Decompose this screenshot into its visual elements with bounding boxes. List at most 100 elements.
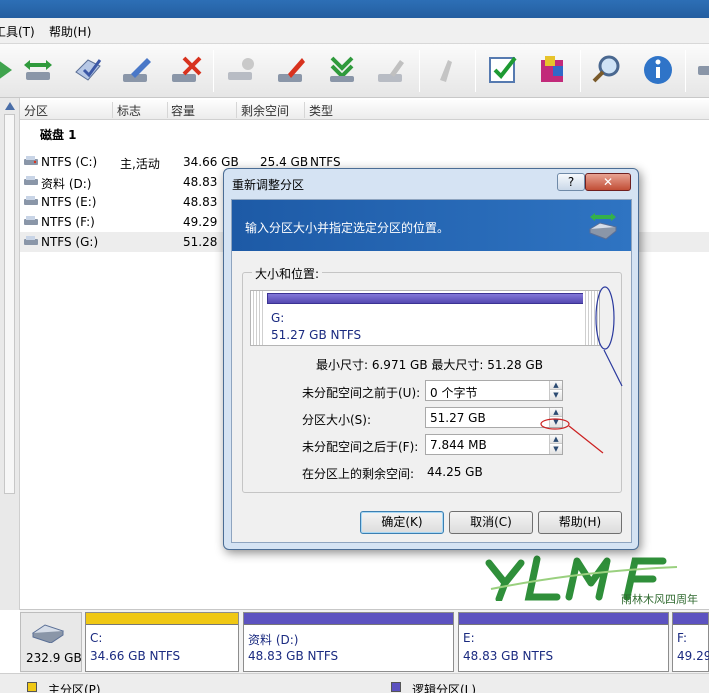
- spin-down-icon[interactable]: ▼: [550, 391, 562, 400]
- partition-capacity: 48.83: [183, 175, 218, 189]
- size-input[interactable]: 51.27 GB ▲ ▼: [425, 407, 563, 428]
- partition-bar-handle[interactable]: [267, 293, 597, 304]
- unallocated-before-area: [251, 291, 263, 345]
- watermark-caption: 雨林木风四周年: [621, 593, 698, 606]
- partition-flag: 主,活动: [120, 157, 160, 171]
- dialog-help-button[interactable]: ?: [557, 173, 585, 191]
- format-icon[interactable]: [224, 52, 260, 88]
- remaining-value: 44.25 GB: [427, 465, 483, 479]
- partition-block-size: 48.83 GB NTFS: [248, 649, 339, 663]
- check-disk-icon[interactable]: [70, 52, 106, 88]
- partition-list-header: 分区 标志 容量 剩余空间 类型: [20, 100, 709, 120]
- partition-capacity: 51.28: [183, 235, 218, 249]
- drive-icon: [24, 196, 38, 205]
- delete-icon[interactable]: [168, 52, 204, 88]
- forward-icon[interactable]: [694, 52, 709, 88]
- legend-primary: 主分区(P): [48, 683, 101, 693]
- help-button[interactable]: 帮助(H): [538, 511, 622, 534]
- column-flag[interactable]: 标志: [117, 102, 141, 119]
- left-pane-strip: [0, 98, 20, 610]
- spin-up-icon[interactable]: ▲: [550, 408, 562, 417]
- before-label: 未分配空间之前于(U):: [302, 386, 421, 400]
- ok-button[interactable]: 确定(K): [360, 511, 444, 534]
- spin-down-icon[interactable]: ▼: [550, 418, 562, 427]
- preview-partition-name: G:: [271, 311, 285, 325]
- min-max-size: 最小尺寸: 6.971 GB 最大尺寸: 51.28 GB: [316, 358, 543, 372]
- before-input[interactable]: 0 个字节 ▲ ▼: [425, 380, 563, 401]
- after-value: 7.844 MB: [430, 438, 487, 452]
- spin-up-icon[interactable]: ▲: [550, 381, 562, 390]
- banner-text: 输入分区大小并指定选定分区的位置。: [245, 221, 450, 235]
- dialog-title: 重新调整分区: [232, 178, 305, 192]
- partition-bar: [86, 613, 238, 625]
- menu-help[interactable]: 帮助(H): [49, 23, 91, 40]
- column-capacity[interactable]: 容量: [171, 102, 195, 119]
- apply-icon[interactable]: [485, 52, 521, 88]
- dialog-banner: 输入分区大小并指定选定分区的位置。: [232, 200, 631, 251]
- partition-name: 资料 (D:): [41, 177, 92, 191]
- spin-up-icon[interactable]: ▲: [550, 435, 562, 444]
- install-icon[interactable]: [535, 52, 571, 88]
- back-icon[interactable]: [0, 52, 22, 88]
- move-icon[interactable]: [20, 52, 56, 88]
- partition-block-size: 49.29: [677, 649, 709, 663]
- partition-name: NTFS (E:): [41, 195, 97, 209]
- partition-preview[interactable]: G: 51.27 GB NTFS: [250, 290, 600, 346]
- partition-bar: [244, 613, 453, 625]
- partition-block-name: E:: [463, 631, 475, 645]
- after-input[interactable]: 7.844 MB ▲ ▼: [425, 434, 563, 455]
- legend-logical-swatch: [391, 682, 401, 692]
- partition-bar: [459, 613, 668, 625]
- left-scrollbar[interactable]: [4, 114, 15, 494]
- after-label: 未分配空间之后于(F):: [302, 440, 419, 454]
- menubar: 工具(T) 帮助(H): [0, 18, 709, 44]
- column-type[interactable]: 类型: [309, 102, 333, 119]
- partition-block-c[interactable]: C: 34.66 GB NTFS: [85, 612, 239, 672]
- merge-icon[interactable]: [324, 52, 360, 88]
- drive-icon: [24, 216, 38, 225]
- resize-icon[interactable]: [274, 52, 310, 88]
- partition-type: NTFS: [310, 155, 341, 169]
- size-spinner[interactable]: ▲ ▼: [549, 408, 562, 427]
- partition-name: NTFS (F:): [41, 215, 95, 229]
- scroll-up-icon[interactable]: [5, 102, 15, 110]
- toolbar-separator: [580, 50, 581, 92]
- resize-partition-dialog: 重新调整分区 ? ✕ 输入分区大小并指定选定分区的位置。 大小和位置: G: 5…: [223, 168, 639, 550]
- column-partition[interactable]: 分区: [24, 102, 48, 119]
- unallocated-after-area: [583, 291, 599, 345]
- partition-block-e[interactable]: E: 48.83 GB NTFS: [458, 612, 669, 672]
- partition-capacity: 48.83: [183, 195, 218, 209]
- disk-label: 磁盘 1: [40, 128, 77, 142]
- column-divider: [304, 102, 305, 118]
- size-label: 分区大小(S):: [302, 413, 372, 427]
- before-spinner[interactable]: ▲ ▼: [549, 381, 562, 400]
- search-icon[interactable]: [590, 52, 626, 88]
- toolbar-separator: [213, 50, 214, 92]
- toolbar-separator: [419, 50, 420, 92]
- preview-partition-size: 51.27 GB NTFS: [271, 328, 362, 342]
- partition-block-f[interactable]: F: 49.29: [672, 612, 709, 672]
- edit-icon[interactable]: [119, 52, 155, 88]
- cancel-button[interactable]: 取消(C): [449, 511, 533, 534]
- disk-summary[interactable]: 232.9 GB: [20, 612, 82, 672]
- clean-icon[interactable]: [430, 52, 466, 88]
- column-divider: [112, 102, 113, 118]
- remaining-label: 在分区上的剩余空间:: [302, 467, 415, 481]
- column-free[interactable]: 剩余空间: [241, 102, 289, 119]
- partition-block-d[interactable]: 资料 (D:) 48.83 GB NTFS: [243, 612, 454, 672]
- partition-name: NTFS (G:): [41, 235, 99, 249]
- partition-block-name: F:: [677, 631, 688, 645]
- hard-disk-icon: [31, 624, 65, 643]
- partition-capacity: 34.66 GB: [183, 155, 239, 169]
- column-divider: [236, 102, 237, 118]
- dialog-close-button[interactable]: ✕: [585, 173, 631, 191]
- info-icon[interactable]: [640, 52, 676, 88]
- partition-block-name: C:: [90, 631, 103, 645]
- resize-disk-icon: [588, 213, 618, 240]
- legend-primary-swatch: [27, 682, 37, 692]
- menu-tools[interactable]: 工具(T): [0, 23, 35, 40]
- spin-down-icon[interactable]: ▼: [550, 445, 562, 454]
- wipe-icon[interactable]: [374, 52, 410, 88]
- after-spinner[interactable]: ▲ ▼: [549, 435, 562, 454]
- partition-bar: [673, 613, 708, 625]
